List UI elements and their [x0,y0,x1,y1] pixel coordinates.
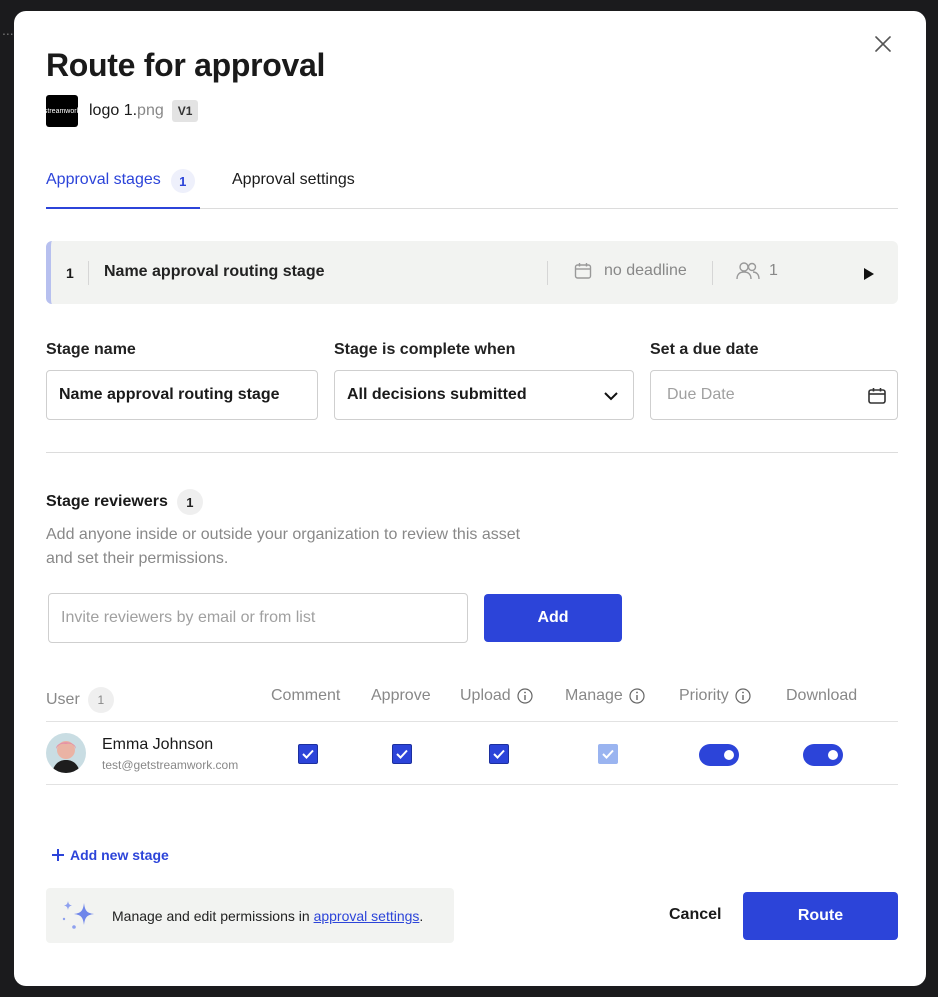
divider [46,452,898,453]
column-header-download: Download [786,687,858,704]
checkmark-icon [602,749,614,759]
stage-name-input[interactable]: Name approval routing stage [46,370,318,420]
background-fragment: ... [2,22,14,38]
users-icon [736,262,760,280]
column-header-manage: Manage [565,687,645,705]
due-date-label: Set a due date [650,341,759,358]
user-count-badge: 1 [87,687,114,713]
comment-checkbox[interactable] [298,744,318,764]
version-badge: V1 [171,100,199,122]
stage-deadline: no deadline [573,261,687,281]
invite-reviewers-input[interactable]: Invite reviewers by email or from list [48,593,468,643]
column-header-approve: Approve [371,687,431,704]
approve-checkbox[interactable] [392,744,412,764]
plus-icon [52,849,64,861]
divider [712,261,713,285]
column-header-upload: Upload [460,687,533,705]
stage-number: 1 [66,265,74,281]
calendar-icon [574,263,592,279]
divider [46,784,898,785]
stage-name-label: Stage name [46,341,136,358]
close-icon[interactable] [873,34,893,54]
checkmark-icon [493,749,505,759]
avatar [46,733,86,773]
column-header-user: User 1 [46,687,114,713]
file-extension: png [137,102,164,119]
cancel-button[interactable]: Cancel [669,906,721,924]
reviewers-count-badge: 1 [176,489,203,515]
upload-checkbox[interactable] [489,744,509,764]
checkmark-icon [396,749,408,759]
approval-settings-link[interactable]: approval settings [314,908,420,924]
complete-when-select[interactable]: All decisions submitted [334,370,634,420]
stage-reviewer-count: 1 [735,261,778,281]
add-reviewer-button[interactable]: Add [484,594,622,642]
permissions-tip: Manage and edit permissions in approval … [46,888,454,943]
stage-summary-row[interactable]: 1 Name approval routing stage no deadlin… [46,241,898,304]
route-button[interactable]: Route [743,892,898,940]
column-header-priority: Priority [679,687,751,705]
file-thumbnail: streamwork [46,95,78,127]
chevron-down-icon [604,392,618,401]
reviewer-email: test@getstreamwork.com [102,758,239,772]
dialog-title: Route for approval [46,47,326,83]
divider [88,261,89,285]
info-icon [735,688,751,704]
stage-reviewers-heading: Stage reviewers 1 [46,489,203,515]
tab-count-badge: 1 [170,169,195,193]
manage-checkbox[interactable] [598,744,618,764]
tab-approval-settings[interactable]: Approval settings [232,171,355,208]
info-icon [517,688,533,704]
sparkle-icon [62,900,94,929]
tab-bar: Approval stages 1 Approval settings [46,169,898,209]
divider [46,721,898,722]
route-for-approval-dialog: Route for approval streamwork logo 1.png… [14,11,926,986]
tab-approval-stages[interactable]: Approval stages 1 [46,169,200,209]
reviewer-name: Emma Johnson [102,736,214,753]
expand-arrow-icon[interactable] [863,267,875,285]
tip-text: Manage and edit permissions in approval … [112,907,424,924]
due-date-input[interactable]: Due Date [650,370,898,420]
checkmark-icon [302,749,314,759]
column-header-comment: Comment [271,687,341,704]
calendar-icon [868,388,886,404]
divider [547,261,548,285]
file-info: streamwork logo 1.png V1 [46,95,199,127]
priority-toggle[interactable] [699,744,739,766]
info-icon [629,688,645,704]
download-toggle[interactable] [803,744,843,766]
add-new-stage-button[interactable]: Add new stage [52,847,169,863]
stage-summary-name: Name approval routing stage [104,263,325,280]
complete-when-label: Stage is complete when [334,341,516,358]
file-name: logo 1.png [89,102,164,119]
reviewers-description: Add anyone inside or outside your organi… [46,526,521,567]
